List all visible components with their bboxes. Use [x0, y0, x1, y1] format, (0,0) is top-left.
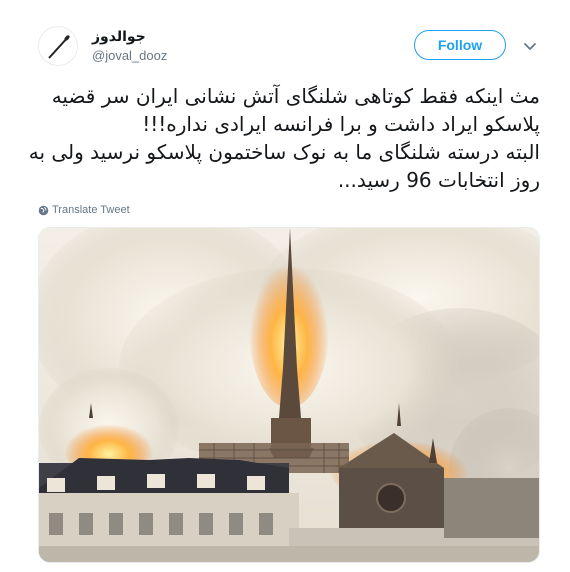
- chevron-down-icon[interactable]: [520, 36, 540, 56]
- tweet-text-line: البته درسته شلنگای ما به نوک ساختمون پلا…: [28, 140, 540, 164]
- needle-avatar-icon: [39, 27, 77, 65]
- display-name[interactable]: جوالدوز: [92, 29, 146, 45]
- tweet-card: جوالدوز @joval_dooz Follow مث اینکه فقط …: [0, 0, 570, 572]
- tweet-text-line: مث اینکه فقط کوتاهی شلنگای آتش نشانی ایر…: [51, 84, 540, 108]
- user-handle[interactable]: @joval_dooz: [92, 48, 167, 63]
- tweet-photo[interactable]: [38, 227, 540, 563]
- tweet-text-line: پلاسکو ایراد داشت و برا فرانسه ایرادی ند…: [142, 112, 540, 136]
- follow-button[interactable]: Follow: [414, 30, 506, 60]
- burning-cathedral-photo: [39, 228, 539, 562]
- translate-tweet-link[interactable]: Translate Tweet: [38, 202, 130, 218]
- tweet-text: مث اینکه فقط کوتاهی شلنگای آتش نشانی ایر…: [28, 82, 540, 194]
- globe-icon: [38, 205, 49, 216]
- translate-tweet-label: Translate Tweet: [52, 204, 130, 216]
- avatar[interactable]: [38, 26, 78, 66]
- tweet-text-line: روز انتخابات 96 رسید...: [337, 168, 540, 192]
